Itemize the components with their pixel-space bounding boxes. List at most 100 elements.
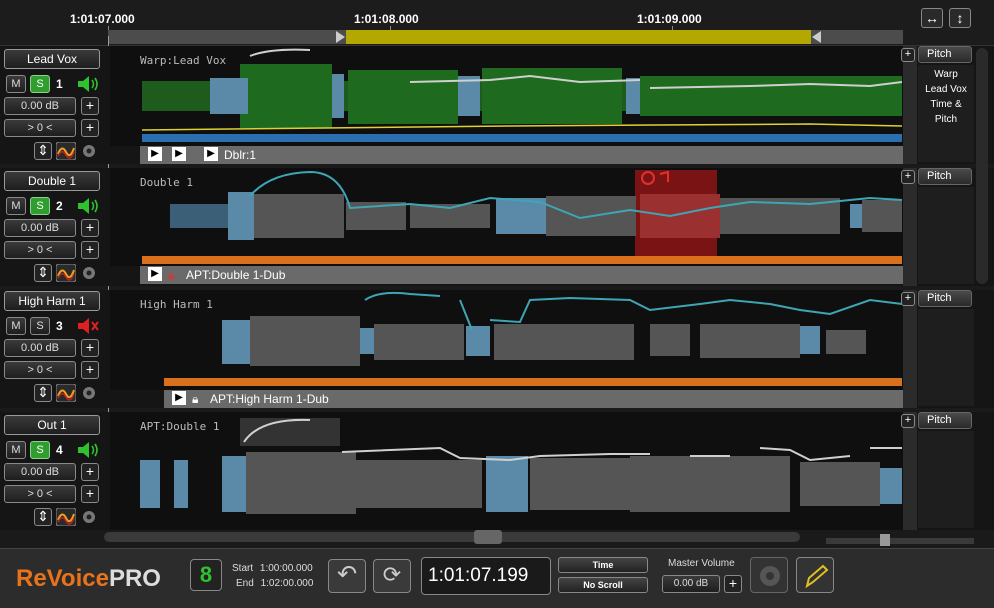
solo-button[interactable]: S [30, 197, 50, 215]
pitch-select[interactable]: Pitch [918, 46, 972, 63]
zoom-slider[interactable] [826, 534, 974, 546]
undo-icon[interactable]: ↶ [328, 559, 366, 593]
vertical-scrollbar[interactable] [976, 48, 988, 284]
waveform-area[interactable]: APT:Double 1 [110, 412, 903, 530]
clip-bar[interactable]: ▶ 🔒︎ APT:Double 1-Dub [140, 266, 903, 284]
up-down-icon[interactable]: ⇕ [34, 384, 52, 402]
waveform-area[interactable]: Double 1 [110, 168, 903, 266]
processing-info-panel [918, 309, 974, 406]
solo-button[interactable]: S [30, 441, 50, 459]
offset-adjust-icon[interactable]: + [81, 361, 99, 379]
range-end-handle[interactable] [812, 31, 821, 43]
loop-icon[interactable]: ⟳ [373, 559, 411, 593]
mute-button[interactable]: M [6, 441, 26, 459]
offset-field[interactable]: > 0 < [4, 241, 76, 259]
up-down-icon[interactable]: ⇕ [34, 264, 52, 282]
info-line: Lead Vox [925, 84, 967, 95]
lock-icon[interactable]: 🔒︎ [192, 390, 198, 408]
logo-pro: PRO [108, 565, 161, 592]
mute-button[interactable]: M [6, 75, 26, 93]
pencil-icon[interactable] [796, 557, 834, 593]
pitch-curve-icon[interactable] [56, 142, 76, 160]
gain-adjust-icon[interactable]: + [81, 463, 99, 481]
track-name[interactable]: Double 1 [4, 171, 100, 191]
add-icon[interactable]: + [901, 414, 915, 428]
gain-field[interactable]: 0.00 dB [4, 339, 76, 357]
gain-adjust-icon[interactable]: + [81, 219, 99, 237]
offset-field[interactable]: > 0 < [4, 485, 76, 503]
offset-adjust-icon[interactable]: + [81, 119, 99, 137]
clip-bar[interactable]: ▶ 🔒︎ APT:High Harm 1-Dub [164, 390, 903, 408]
waveform-area[interactable]: Warp:Lead Vox [110, 46, 903, 146]
track-scrollbar[interactable]: + [901, 168, 917, 286]
region-markers-icon[interactable] [636, 170, 680, 188]
gain-field[interactable]: 0.00 dB [4, 463, 76, 481]
speaker-icon[interactable] [76, 75, 100, 93]
clip-bar[interactable]: ▶ ▶ ▶ Dblr:1 [140, 146, 903, 164]
track-name[interactable]: Lead Vox [4, 49, 100, 69]
selection-range[interactable] [346, 30, 811, 44]
play-icon[interactable]: ▶ [172, 391, 186, 405]
mute-button[interactable]: M [6, 317, 26, 335]
play-icon[interactable]: ▶ [204, 147, 218, 161]
add-icon[interactable]: + [901, 48, 915, 62]
track-scrollbar[interactable]: + [901, 290, 917, 408]
pitch-curve-icon[interactable] [56, 384, 76, 402]
timeline-ruler[interactable]: 1:01:07.000 1:01:08.000 1:01:09.000 ↔ ↕ [0, 0, 994, 46]
track-scrollbar[interactable]: + [901, 46, 917, 164]
lock-icon[interactable]: 🔒︎ [168, 266, 174, 284]
gear-icon[interactable] [80, 384, 98, 402]
play-icon[interactable]: ▶ [148, 267, 162, 281]
pitch-select[interactable]: Pitch [918, 168, 972, 185]
time-mode-select[interactable]: Time [558, 557, 648, 573]
offset-adjust-icon[interactable]: + [81, 241, 99, 259]
up-down-icon[interactable]: ⇕ [34, 508, 52, 526]
offset-adjust-icon[interactable]: + [81, 485, 99, 503]
offset-field[interactable]: > 0 < [4, 119, 76, 137]
gain-field[interactable]: 0.00 dB [4, 97, 76, 115]
solo-button[interactable]: S [30, 317, 50, 335]
speaker-icon[interactable] [76, 441, 100, 459]
add-icon[interactable]: + [901, 292, 915, 306]
speaker-icon[interactable] [76, 197, 100, 215]
waveform-area[interactable]: High Harm 1 [110, 290, 903, 390]
gain-adjust-icon[interactable]: + [81, 97, 99, 115]
solo-button[interactable]: S [30, 75, 50, 93]
gain-field[interactable]: 0.00 dB [4, 219, 76, 237]
gear-icon[interactable] [80, 142, 98, 160]
info-line: Time & [930, 99, 962, 110]
pitch-select[interactable]: Pitch [918, 290, 972, 307]
horizontal-scrollbar[interactable] [104, 530, 800, 544]
speaker-muted-icon[interactable] [76, 317, 100, 335]
play-icon[interactable]: ▶ [172, 147, 186, 161]
volume-adjust-icon[interactable]: + [724, 575, 742, 593]
transport-panel: ReVoicePRO 8 Start 1:00:00.000 End 1:02:… [0, 548, 994, 608]
add-icon[interactable]: + [901, 170, 915, 184]
settings-gear-icon[interactable] [750, 557, 788, 593]
track-scrollbar[interactable]: + [901, 412, 917, 530]
track-name[interactable]: High Harm 1 [4, 291, 100, 311]
fit-vertical-icon[interactable]: ↕ [949, 8, 971, 28]
master-volume-field[interactable]: 0.00 dB [662, 575, 720, 593]
mute-button[interactable]: M [6, 197, 26, 215]
pitch-curve-icon[interactable] [56, 264, 76, 282]
offset-field[interactable]: > 0 < [4, 361, 76, 379]
gear-icon[interactable] [80, 508, 98, 526]
zoom-thumb[interactable] [880, 534, 890, 546]
range-start-handle[interactable] [336, 31, 345, 43]
clip-name: Dblr:1 [224, 148, 257, 162]
track-name[interactable]: Out 1 [4, 415, 100, 435]
pitch-select[interactable]: Pitch [918, 412, 972, 429]
gain-adjust-icon[interactable]: + [81, 339, 99, 357]
link-icon[interactable]: 8 [190, 559, 222, 591]
info-line: Warp [934, 69, 958, 80]
scroll-mode-select[interactable]: No Scroll [558, 577, 648, 593]
fit-horizontal-icon[interactable]: ↔ [921, 8, 943, 28]
track-controls: Lead Vox M S 1 0.00 dB + > 0 < + ⇕ [4, 49, 100, 161]
track-number: 4 [56, 443, 63, 457]
scroll-thumb[interactable] [474, 530, 502, 544]
pitch-curve-icon[interactable] [56, 508, 76, 526]
up-down-icon[interactable]: ⇕ [34, 142, 52, 160]
gear-icon[interactable] [80, 264, 98, 282]
play-icon[interactable]: ▶ [148, 147, 162, 161]
